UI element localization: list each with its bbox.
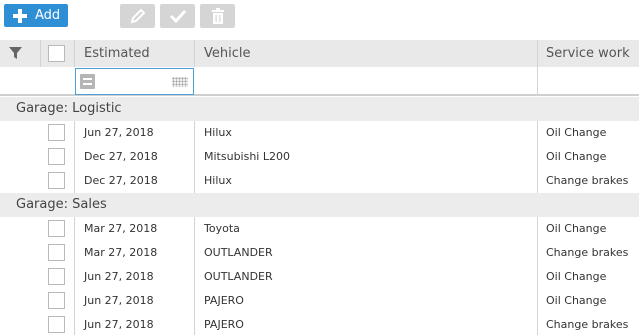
column-divider [537, 145, 538, 169]
column-divider [194, 313, 195, 335]
cell-vehicle: PAJERO [204, 294, 244, 307]
column-divider [74, 40, 75, 67]
toolbar: Add [0, 0, 639, 38]
table-row[interactable]: Dec 27, 2018 Hilux Change brakes [0, 169, 639, 193]
estimated-date-filter[interactable] [75, 68, 194, 95]
column-divider [194, 289, 195, 313]
confirm-button[interactable] [160, 4, 195, 28]
cell-service: Oil Change [546, 294, 607, 307]
column-divider [537, 121, 538, 145]
cell-estimated: Jun 27, 2018 [84, 318, 154, 331]
column-divider [194, 265, 195, 289]
cell-vehicle: Toyota [204, 222, 240, 235]
column-divider [74, 289, 75, 313]
column-divider [537, 289, 538, 313]
table-row[interactable]: Jun 27, 2018 OUTLANDER Oil Change [0, 265, 639, 289]
column-divider [194, 40, 195, 67]
column-divider [537, 265, 538, 289]
delete-button[interactable] [200, 4, 235, 28]
column-divider [74, 169, 75, 193]
column-divider [537, 67, 538, 94]
column-header-estimated[interactable]: Estimated [84, 40, 150, 67]
filter-row [0, 67, 639, 96]
trash-icon [211, 8, 224, 24]
cell-vehicle: OUTLANDER [204, 270, 273, 283]
group-label: Garage: Logistic [16, 101, 122, 116]
cell-service: Change brakes [546, 318, 629, 331]
cell-service: Change brakes [546, 174, 629, 187]
plus-icon [11, 7, 29, 25]
row-checkbox[interactable] [48, 244, 65, 261]
cell-estimated: Dec 27, 2018 [84, 174, 158, 187]
equals-icon[interactable] [80, 74, 95, 89]
cell-service: Oil Change [546, 150, 607, 163]
group-header[interactable]: Garage: Logistic [0, 97, 639, 121]
row-checkbox[interactable] [48, 292, 65, 309]
column-divider [537, 313, 538, 335]
cell-estimated: Jun 27, 2018 [84, 294, 154, 307]
checkmark-icon [169, 9, 186, 24]
row-checkbox[interactable] [48, 172, 65, 189]
add-button[interactable]: Add [4, 4, 68, 27]
column-divider [74, 145, 75, 169]
add-button-label: Add [35, 8, 61, 23]
column-divider [194, 241, 195, 265]
cell-vehicle: PAJERO [204, 318, 244, 331]
cell-service: Oil Change [546, 126, 607, 139]
cell-service: Change brakes [546, 246, 629, 259]
table-row[interactable]: Mar 27, 2018 Toyota Oil Change [0, 217, 639, 241]
cell-service: Oil Change [546, 270, 607, 283]
column-divider [537, 169, 538, 193]
column-divider [74, 265, 75, 289]
column-divider [74, 217, 75, 241]
edit-button[interactable] [120, 4, 155, 28]
pencil-icon [130, 8, 145, 24]
row-checkbox[interactable] [48, 268, 65, 285]
column-header-vehicle[interactable]: Vehicle [204, 40, 251, 67]
cell-service: Oil Change [546, 222, 607, 235]
table-row[interactable]: Jun 27, 2018 PAJERO Oil Change [0, 289, 639, 313]
cell-vehicle: OUTLANDER [204, 246, 273, 259]
column-divider [74, 313, 75, 335]
cell-estimated: Jun 27, 2018 [84, 270, 154, 283]
group-label: Garage: Sales [16, 197, 107, 212]
table-row[interactable]: Dec 27, 2018 Mitsubishi L200 Oil Change [0, 145, 639, 169]
cell-estimated: Jun 27, 2018 [84, 126, 154, 139]
filter-icon[interactable] [9, 47, 22, 59]
column-header-service-work[interactable]: Service work [546, 40, 630, 67]
column-divider [194, 169, 195, 193]
row-checkbox[interactable] [48, 148, 65, 165]
cell-vehicle: Mitsubishi L200 [204, 150, 290, 163]
column-divider [194, 145, 195, 169]
row-checkbox[interactable] [48, 316, 65, 333]
select-all-checkbox[interactable] [48, 45, 65, 62]
column-divider [194, 217, 195, 241]
cell-estimated: Dec 27, 2018 [84, 150, 158, 163]
column-divider [74, 241, 75, 265]
column-divider [74, 121, 75, 145]
cell-estimated: Mar 27, 2018 [84, 246, 158, 259]
column-divider [537, 241, 538, 265]
column-divider [537, 40, 538, 67]
grid-header: Estimated Vehicle Service work [0, 40, 639, 67]
cell-estimated: Mar 27, 2018 [84, 222, 158, 235]
table-row[interactable]: Jun 27, 2018 PAJERO Change brakes [0, 313, 639, 335]
calendar-icon[interactable] [172, 77, 188, 87]
column-divider [40, 40, 41, 67]
row-checkbox[interactable] [48, 220, 65, 237]
cell-vehicle: Hilux [204, 126, 232, 139]
cell-vehicle: Hilux [204, 174, 232, 187]
column-divider [537, 217, 538, 241]
row-checkbox[interactable] [48, 124, 65, 141]
table-row[interactable]: Mar 27, 2018 OUTLANDER Change brakes [0, 241, 639, 265]
table-row[interactable]: Jun 27, 2018 Hilux Oil Change [0, 121, 639, 145]
group-header[interactable]: Garage: Sales [0, 193, 639, 217]
column-divider [194, 121, 195, 145]
